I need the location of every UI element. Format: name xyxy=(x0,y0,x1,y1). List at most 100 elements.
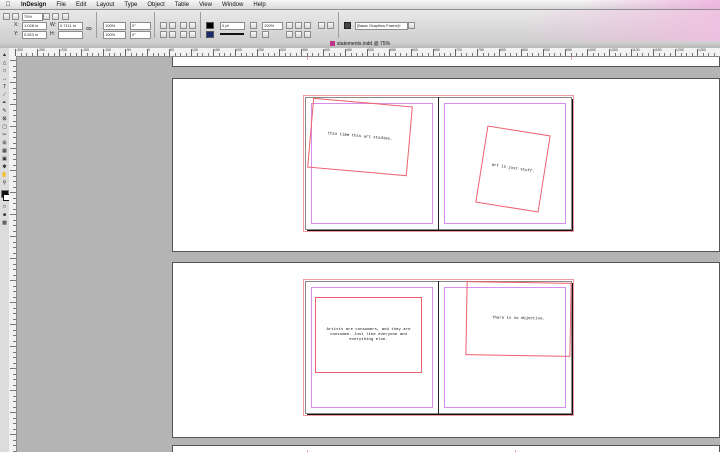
view-options-icon[interactable] xyxy=(12,13,19,20)
apple-menu-icon[interactable]:  xyxy=(0,1,16,8)
menu-help[interactable]: Help xyxy=(248,2,270,8)
direct-selection-tool-icon[interactable]: △ xyxy=(1,60,8,67)
menu-view[interactable]: View xyxy=(194,2,217,8)
opacity-field[interactable]: 100% xyxy=(262,22,283,30)
reference-point-icon[interactable] xyxy=(3,13,10,20)
page-tool-icon[interactable]: □ xyxy=(1,68,8,75)
ruler-tick xyxy=(13,76,16,78)
x-position-field[interactable]: 1.028 in xyxy=(22,22,47,30)
gradient-tool-icon[interactable]: ▦ xyxy=(1,148,8,155)
zoom-field[interactable]: 75% xyxy=(22,13,43,21)
pencil-tool-icon[interactable]: ✎ xyxy=(1,108,8,115)
select-previous-icon[interactable] xyxy=(180,31,187,38)
ruler-tick xyxy=(10,214,16,215)
frame-grid-icon[interactable] xyxy=(43,13,50,20)
select-container-icon[interactable] xyxy=(180,22,187,29)
apply-color-icon[interactable]: ■ xyxy=(1,212,8,219)
wrap-jump-icon[interactable] xyxy=(304,22,311,29)
clear-overrides-icon[interactable] xyxy=(408,22,415,29)
note-tool-icon[interactable]: ▣ xyxy=(1,156,8,163)
menu-layout[interactable]: Layout xyxy=(91,2,119,8)
text-frame[interactable]: There is no objective. xyxy=(465,281,572,357)
auto-fit-icon[interactable] xyxy=(318,22,325,29)
ruler-number: -250 xyxy=(38,48,46,52)
ruler-tick xyxy=(13,115,16,116)
scale-y-field[interactable]: 100% xyxy=(103,31,126,39)
ruler-tick xyxy=(284,53,286,56)
menu-app-name[interactable]: InDesign xyxy=(16,2,51,8)
ruler-tick xyxy=(31,53,33,56)
text-frame[interactable]: art is just stuff. xyxy=(475,125,551,213)
zoom-tool-icon[interactable]: ⚲ xyxy=(1,180,8,187)
flip-horizontal-icon[interactable] xyxy=(160,31,167,38)
menu-file[interactable]: File xyxy=(51,2,71,8)
object-style-icon[interactable] xyxy=(344,22,351,29)
free-transform-tool-icon[interactable]: ⊞ xyxy=(1,140,8,147)
hand-tool-icon[interactable]: ✋ xyxy=(1,172,8,179)
effects-icon[interactable] xyxy=(250,22,257,29)
object-style-field[interactable]: [Basic Graphics Frame]+ xyxy=(355,22,408,30)
ruler-tick xyxy=(13,335,16,336)
width-field[interactable]: 0.7111 in xyxy=(58,22,83,30)
fx-icon[interactable] xyxy=(262,31,269,38)
horizontal-ruler[interactable]: -300 -250 -200 -150 -100 -50 0 50 100 150 200 250 30… xyxy=(9,48,720,57)
fill-frame-icon[interactable] xyxy=(327,22,334,29)
menu-window[interactable]: Window xyxy=(217,2,248,8)
ruler-tick xyxy=(350,53,352,56)
select-next-icon[interactable] xyxy=(189,31,196,38)
fit-frame-icon[interactable] xyxy=(295,31,302,38)
ruler-tick xyxy=(438,53,440,56)
formatting-affects-container-icon[interactable]: □ xyxy=(1,204,8,211)
text-frame[interactable]: Artists are consumers, and they are cons… xyxy=(315,297,422,373)
select-content-icon[interactable] xyxy=(189,22,196,29)
rectangle-tool-icon[interactable]: ▢ xyxy=(1,124,8,131)
y-position-field[interactable]: 0.823 in xyxy=(22,31,47,39)
pen-tool-icon[interactable]: ✒ xyxy=(1,100,8,107)
stroke-type-line[interactable] xyxy=(220,33,244,35)
h-label: H: xyxy=(50,31,55,37)
fit-content-icon[interactable] xyxy=(286,31,293,38)
stroke-weight-field[interactable]: 0 pt xyxy=(220,22,245,30)
shadow-icon[interactable] xyxy=(250,31,257,38)
ruler-number: 600 xyxy=(412,48,418,52)
flip-vertical-icon[interactable] xyxy=(169,31,176,38)
shear-field[interactable]: 0° xyxy=(130,31,151,39)
menu-type[interactable]: Type xyxy=(119,2,142,8)
ruler-tick xyxy=(493,53,495,56)
screen-mode-icon[interactable] xyxy=(52,13,59,20)
arrange-documents-icon[interactable] xyxy=(62,13,69,20)
rectangle-frame-tool-icon[interactable]: ⊠ xyxy=(1,116,8,123)
scissors-tool-icon[interactable]: ✂ xyxy=(1,132,8,139)
ruler-number: 1250 xyxy=(698,48,706,52)
height-field[interactable] xyxy=(58,31,83,39)
selection-tool-icon[interactable]: ▲ xyxy=(1,52,8,59)
ruler-tick xyxy=(702,53,704,56)
text-wrap-icon[interactable] xyxy=(286,22,293,29)
ruler-tick xyxy=(13,252,16,254)
gap-tool-icon[interactable]: ↔ xyxy=(1,76,8,83)
menu-table[interactable]: Table xyxy=(170,2,194,8)
vertical-ruler[interactable] xyxy=(9,56,17,452)
constrain-proportions-icon[interactable]: ∞ xyxy=(86,24,92,33)
scale-x-field[interactable]: 100% xyxy=(103,22,126,30)
type-tool-icon[interactable]: T xyxy=(1,84,8,91)
stroke-swatch[interactable] xyxy=(206,31,214,38)
screen-mode-tool-icon[interactable]: ▩ xyxy=(1,220,8,227)
rotate-ccw-icon[interactable] xyxy=(169,22,176,29)
wrap-around-icon[interactable] xyxy=(295,22,302,29)
ruler-number: 1000 xyxy=(588,48,596,52)
rotation-field[interactable]: 0° xyxy=(130,22,151,30)
center-content-icon[interactable] xyxy=(304,31,311,38)
line-tool-icon[interactable]: ∕ xyxy=(1,92,8,99)
menu-edit[interactable]: Edit xyxy=(71,2,91,8)
ruler-tick xyxy=(158,53,159,56)
ruler-tick xyxy=(224,53,225,56)
eyedropper-tool-icon[interactable]: ✽ xyxy=(1,164,8,171)
text-frame[interactable]: this time this art studies. xyxy=(307,97,413,177)
fill-swatch[interactable] xyxy=(206,22,214,29)
pasteboard[interactable]: this time this art studies. art is just … xyxy=(17,57,720,452)
divider xyxy=(96,12,97,38)
menu-object[interactable]: Object xyxy=(142,2,169,8)
ruler-tick xyxy=(246,53,247,56)
rotate-cw-icon[interactable] xyxy=(160,22,167,29)
